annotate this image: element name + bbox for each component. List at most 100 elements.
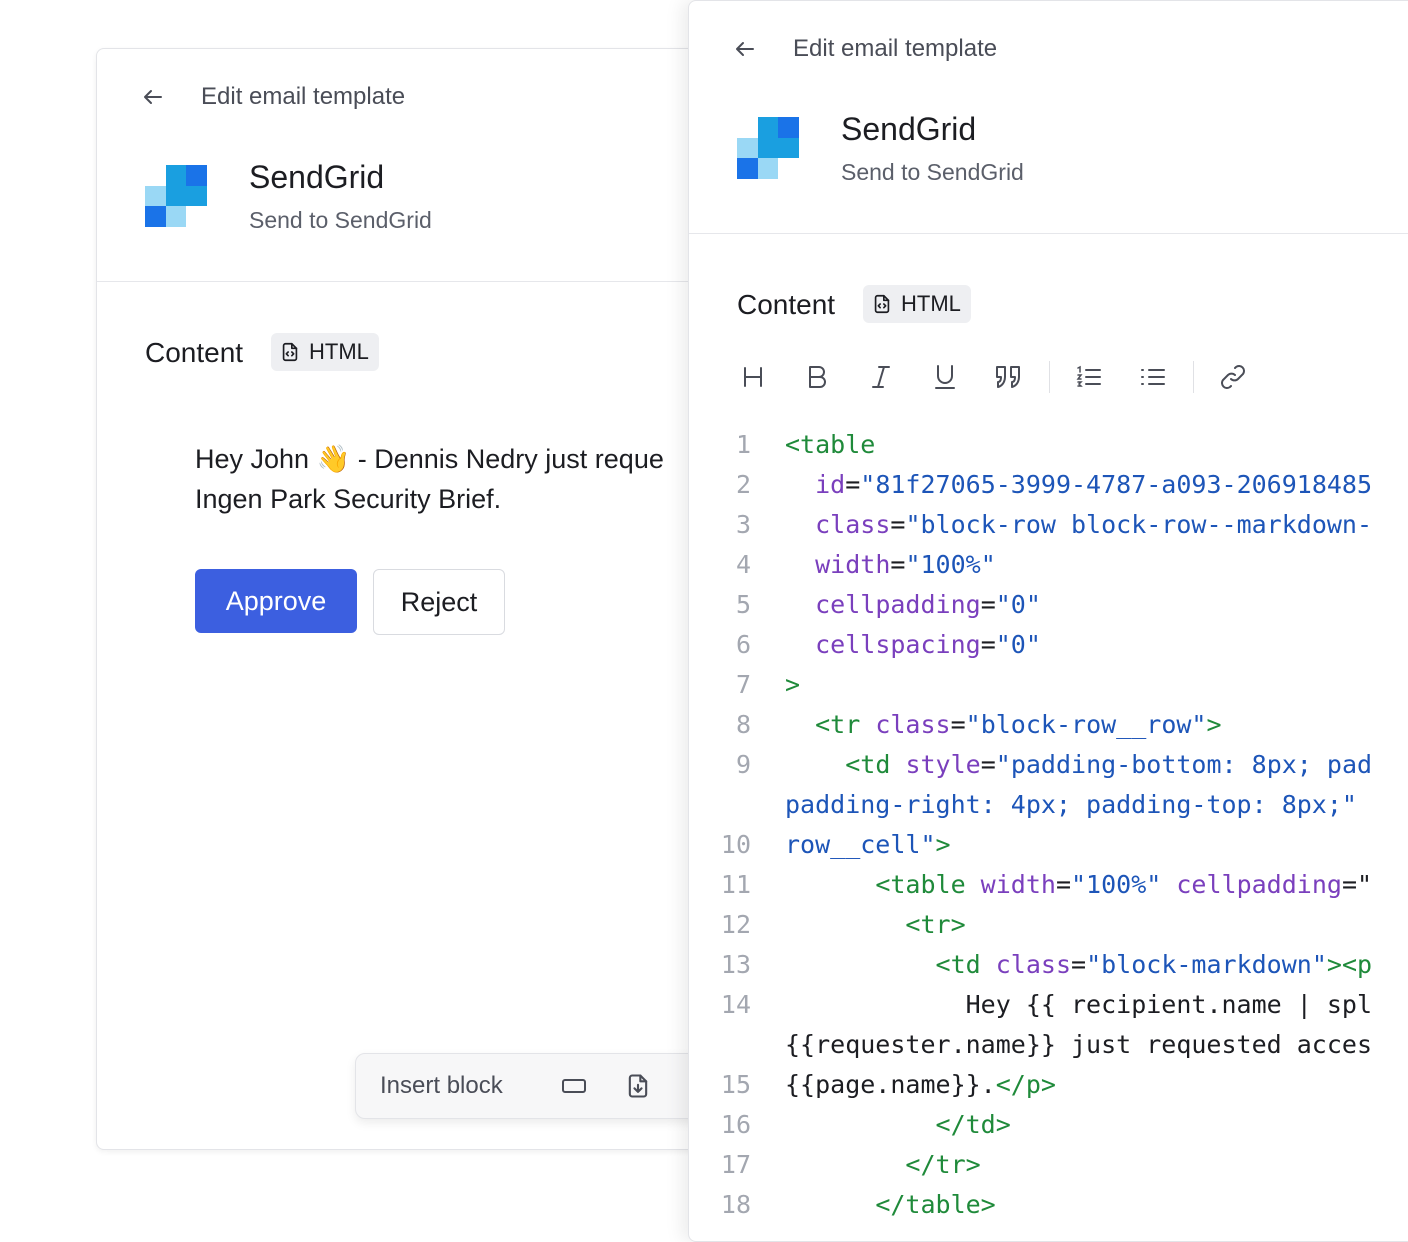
- code-line: 10 row__cell">: [689, 825, 1408, 865]
- arrow-left-icon[interactable]: [141, 85, 165, 109]
- code-token: >: [785, 670, 801, 699]
- code-text: >: [785, 665, 800, 705]
- format-badge[interactable]: HTML: [863, 285, 971, 323]
- bold-icon[interactable]: [801, 361, 833, 393]
- code-token: <tr: [815, 710, 876, 739]
- file-download-icon[interactable]: [624, 1072, 652, 1100]
- line-number: 17: [720, 1150, 751, 1179]
- page-title: Edit email template: [201, 83, 406, 110]
- header-divider: [689, 233, 1408, 234]
- code-token: row__cell": [785, 830, 936, 859]
- code-token: "block-markdown": [1086, 950, 1327, 979]
- code-token: "100%": [1071, 870, 1162, 899]
- line-number: 14: [720, 990, 751, 1019]
- arrow-left-icon[interactable]: [733, 37, 757, 61]
- line-number: 10: [720, 830, 751, 859]
- code-text: width="100%": [785, 545, 996, 585]
- code-text: class="block-row block-row--markdown-: [785, 505, 1372, 545]
- code-line: 5 cellpadding="0": [689, 585, 1408, 625]
- code-line: 6 cellspacing="0": [689, 625, 1408, 665]
- code-token: {{requester.name}} just requested acces: [785, 1030, 1372, 1059]
- header-divider: [97, 281, 737, 282]
- email-preview-panel: Edit email template SendGrid Send to Sen…: [96, 48, 738, 1150]
- line-number: 9: [735, 750, 751, 779]
- code-token: </tr>: [905, 1150, 981, 1179]
- code-text: <td class="block-markdown"><p: [785, 945, 1373, 985]
- code-token: Hey {{ recipient.name | spl: [965, 990, 1373, 1019]
- heading-icon[interactable]: [737, 361, 769, 393]
- line-number: 6: [735, 630, 751, 659]
- line-number: 15: [720, 1070, 751, 1099]
- code-text: <table: [785, 425, 875, 465]
- code-token: </table>: [875, 1190, 996, 1219]
- code-token: ><p: [1326, 950, 1373, 979]
- wave-emoji-icon: 👋: [316, 444, 351, 474]
- code-token: <td: [845, 750, 906, 779]
- code-token: padding-right: 4px; padding-top: 8px;": [785, 790, 1357, 819]
- format-badge[interactable]: HTML: [271, 333, 379, 371]
- code-line: 17 </tr>: [689, 1145, 1408, 1185]
- format-badge-label: HTML: [309, 339, 369, 364]
- code-token: >: [935, 830, 951, 859]
- code-text: </td>: [785, 1105, 1011, 1145]
- code-text: cellpadding="0": [785, 585, 1041, 625]
- code-text: row__cell">: [785, 825, 951, 865]
- reject-button[interactable]: Reject: [373, 569, 505, 635]
- email-message: Hey John 👋 - Dennis Nedry just reque Ing…: [195, 439, 737, 519]
- sendgrid-logo-icon: [145, 165, 207, 227]
- code-line: 9 <td style="padding-bottom: 8px; pad: [689, 745, 1408, 785]
- code-token: "0": [995, 630, 1041, 659]
- code-line: 11 <table width="100%" cellpadding=": [689, 865, 1408, 905]
- code-line: 3 class="block-row block-row--markdown-: [689, 505, 1408, 545]
- bullet-list-icon[interactable]: [1137, 361, 1169, 393]
- code-token: "100%": [905, 550, 996, 579]
- html-editor-panel: Edit email template SendGrid Send to Sen…: [688, 0, 1408, 1242]
- line-number: 1: [735, 430, 751, 459]
- format-badge-label: HTML: [901, 291, 961, 316]
- code-line: 18 </table>: [689, 1185, 1408, 1225]
- code-text: padding-right: 4px; padding-top: 8px;": [785, 785, 1357, 825]
- code-token: style: [905, 750, 981, 779]
- code-token: id: [815, 470, 846, 499]
- code-token: =: [890, 510, 906, 539]
- code-token: =": [1341, 870, 1373, 899]
- code-line: 4 width="100%": [689, 545, 1408, 585]
- code-line: 2 id="81f27065-3999-4787-a093-206918485: [689, 465, 1408, 505]
- code-line: 8 <tr class="block-row__row">: [689, 705, 1408, 745]
- code-text: cellspacing="0": [785, 625, 1041, 665]
- ordered-list-icon[interactable]: [1073, 361, 1105, 393]
- code-token: width: [815, 550, 891, 579]
- message-line-2: Ingen Park Security Brief.: [195, 484, 502, 514]
- code-token: =: [980, 750, 996, 779]
- link-icon[interactable]: [1217, 361, 1249, 393]
- code-text: <td style="padding-bottom: 8px; pad: [785, 745, 1372, 785]
- code-line: 1 <table: [689, 425, 1408, 465]
- italic-icon[interactable]: [865, 361, 897, 393]
- code-token: =: [845, 470, 861, 499]
- code-token: {{page.name}}.: [785, 1070, 996, 1099]
- code-token: class: [995, 950, 1071, 979]
- code-token: class: [875, 710, 951, 739]
- approve-button[interactable]: Approve: [195, 569, 357, 633]
- code-text: {{requester.name}} just requested acces: [785, 1025, 1372, 1065]
- code-token: "block-row block-row--markdown-: [905, 510, 1373, 539]
- code-token: "padding-bottom: 8px; pad: [995, 750, 1373, 779]
- underline-icon[interactable]: [929, 361, 961, 393]
- integration-name: SendGrid: [249, 159, 385, 195]
- code-text: <table width="100%" cellpadding=": [785, 865, 1372, 905]
- code-token: <table: [875, 870, 981, 899]
- line-number: 13: [720, 950, 751, 979]
- integration-name: SendGrid: [841, 111, 977, 147]
- quote-icon[interactable]: [993, 361, 1025, 393]
- line-number: 18: [720, 1190, 751, 1219]
- code-line: 15 {{page.name}}.</p>: [689, 1065, 1408, 1105]
- line-number: 16: [720, 1110, 751, 1139]
- insert-block-label: Insert block: [380, 1072, 503, 1099]
- line-number: 5: [735, 590, 751, 619]
- line-number: 3: [735, 510, 751, 539]
- message-request: - Dennis Nedry just reque: [350, 444, 664, 474]
- page-title: Edit email template: [793, 35, 998, 62]
- code-line: 14 Hey {{ recipient.name | spl: [689, 985, 1408, 1025]
- button-block-icon[interactable]: [560, 1072, 588, 1100]
- code-text: <tr class="block-row__row">: [785, 705, 1221, 745]
